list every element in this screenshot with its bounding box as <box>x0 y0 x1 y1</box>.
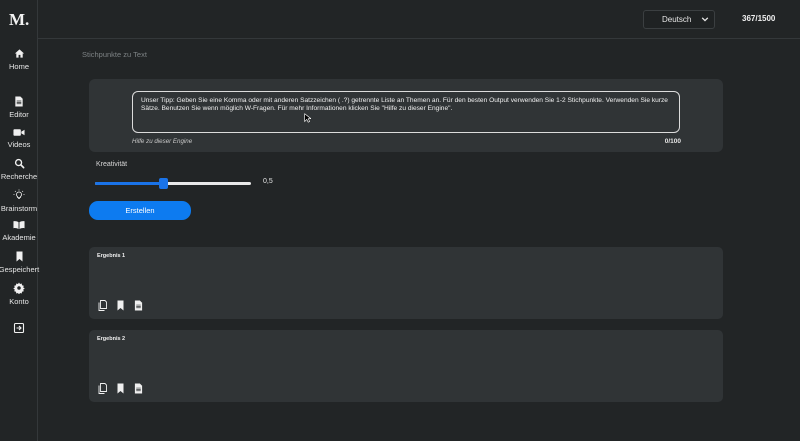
sidebar-item-recherche[interactable]: Recherche <box>0 158 38 181</box>
logout-button[interactable] <box>0 322 38 334</box>
result-actions <box>98 383 143 394</box>
document-icon[interactable] <box>134 300 143 311</box>
language-select-value: Deutsch <box>662 15 692 24</box>
result-actions <box>98 300 143 311</box>
character-count: 0/100 <box>664 138 681 145</box>
video-camera-icon <box>13 129 25 136</box>
result-card-1: Ergebnis 1 <box>89 247 723 319</box>
sidebar-item-videos[interactable]: Videos <box>0 128 38 149</box>
creativity-slider-thumb[interactable] <box>159 178 169 189</box>
lightbulb-icon <box>13 189 25 199</box>
word-counter: 367/1500 <box>742 14 776 23</box>
sidebar: M. Home Editor Videos Recherche Brainsto… <box>0 0 39 441</box>
creativity-value: 0,5 <box>263 178 273 185</box>
sidebar-item-gespeichert[interactable]: Gespeichert <box>0 251 39 274</box>
sidebar-item-label: Home <box>8 62 29 71</box>
sidebar-item-label: Videos <box>7 140 31 149</box>
result-title: Ergebnis 1 <box>97 253 126 259</box>
gear-icon <box>13 282 25 294</box>
copy-icon[interactable] <box>98 300 107 311</box>
creativity-label: Kreativität <box>96 161 128 168</box>
creativity-slider-track[interactable] <box>95 182 251 185</box>
sidebar-item-konto[interactable]: Konto <box>0 282 38 306</box>
creativity-slider-fill <box>95 182 164 185</box>
logout-icon <box>13 322 25 334</box>
create-button[interactable]: Erstellen <box>89 201 191 220</box>
app-logo[interactable]: M. <box>9 10 29 30</box>
sidebar-item-brainstorm[interactable]: Brainstorm <box>0 189 38 213</box>
document-icon[interactable] <box>134 383 143 394</box>
sidebar-item-home[interactable]: Home <box>0 48 38 71</box>
sidebar-item-label: Recherche <box>0 172 38 181</box>
sidebar-item-label: Brainstorm <box>0 204 38 213</box>
sidebar-item-label: Gespeichert <box>0 265 40 274</box>
sidebar-item-editor[interactable]: Editor <box>0 96 38 119</box>
bookmark-icon[interactable] <box>116 300 125 311</box>
language-select[interactable]: Deutsch <box>643 10 715 29</box>
chevron-down-icon <box>701 17 709 22</box>
prompt-textarea[interactable]: Unser Tipp: Geben Sie eine Komma oder mi… <box>132 91 680 133</box>
top-bar: Deutsch 367/1500 <box>38 0 800 39</box>
book-open-icon <box>13 221 25 230</box>
input-panel: Unser Tipp: Geben Sie eine Komma oder mi… <box>89 79 723 152</box>
bookmark-icon <box>16 251 22 262</box>
bookmark-icon[interactable] <box>116 383 125 394</box>
home-icon <box>14 49 24 58</box>
copy-icon[interactable] <box>98 383 107 394</box>
breadcrumb: Stichpunkte zu Text <box>82 50 147 59</box>
search-icon <box>14 158 24 169</box>
sidebar-item-label: Akademie <box>2 233 36 242</box>
sidebar-item-label: Konto <box>9 297 29 306</box>
sidebar-item-akademie[interactable]: Akademie <box>0 220 38 242</box>
mouse-cursor-icon <box>304 113 311 123</box>
engine-help-link[interactable]: Hilfe zu dieser Engine <box>132 138 192 145</box>
result-card-2: Ergebnis 2 <box>89 330 723 402</box>
sidebar-item-label: Editor <box>9 110 29 119</box>
result-title: Ergebnis 2 <box>97 336 126 342</box>
document-icon <box>15 96 23 107</box>
